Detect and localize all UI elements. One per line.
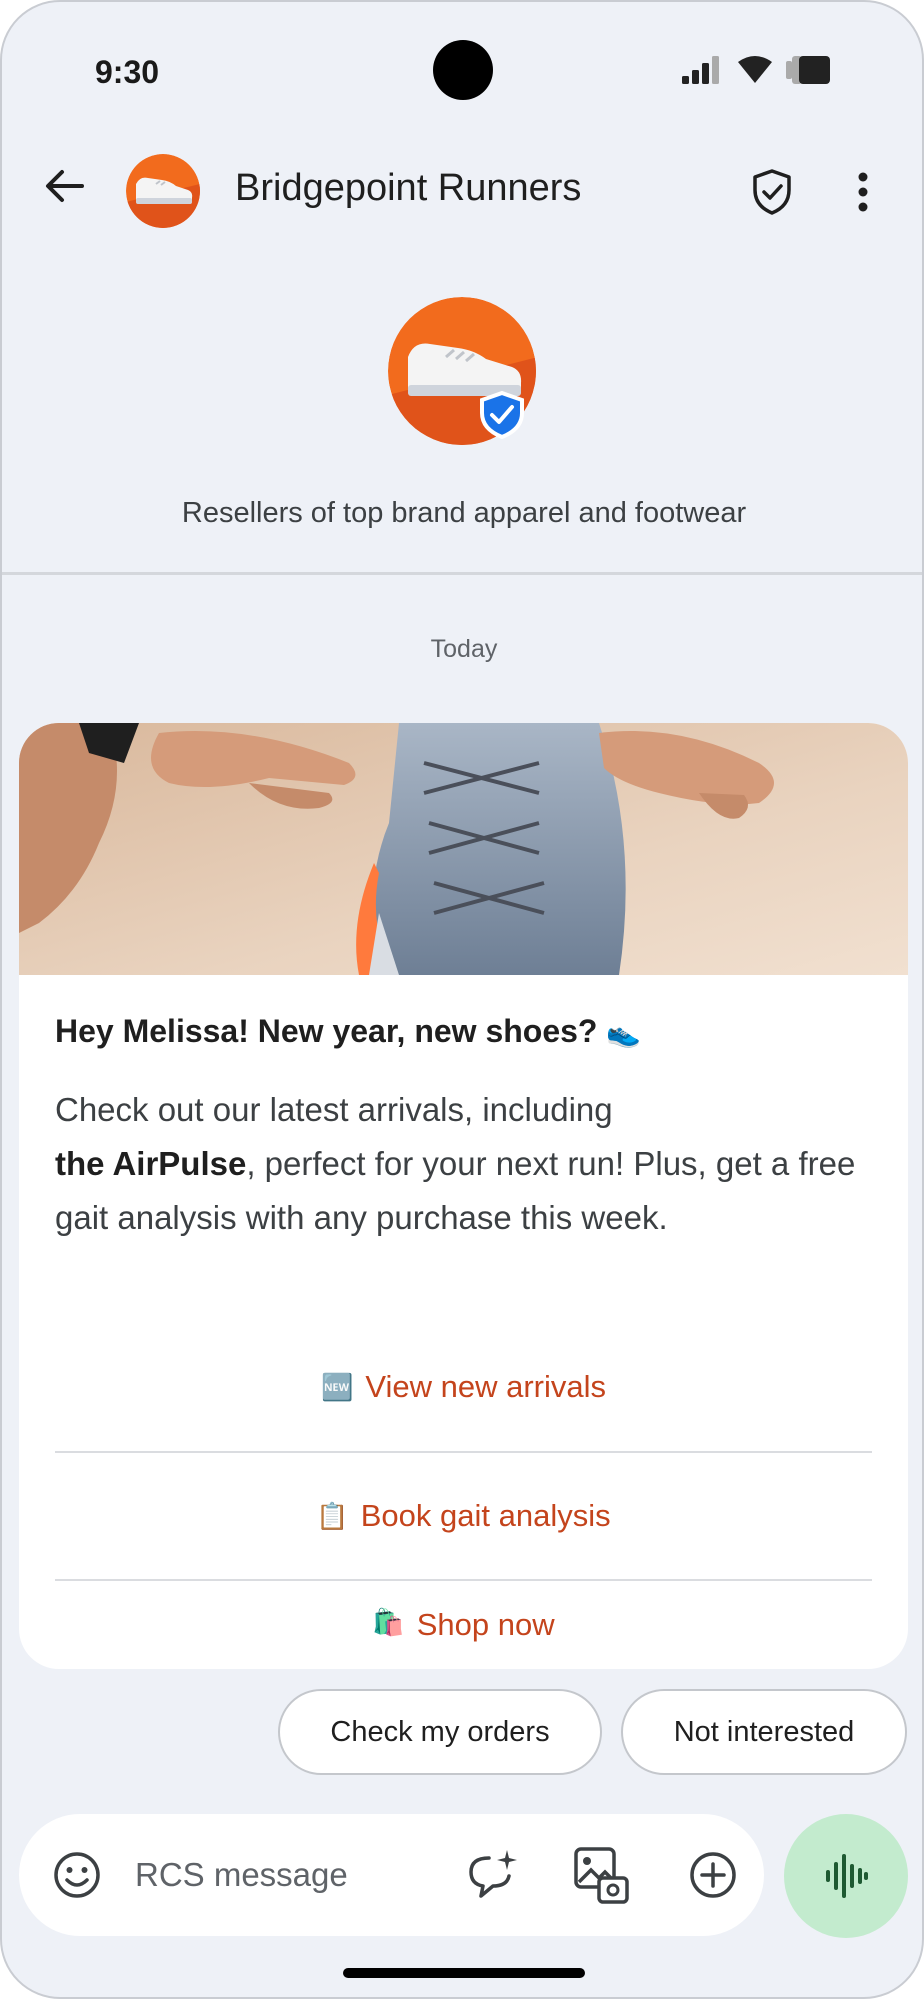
shield-check-icon [753, 169, 791, 215]
brand-avatar[interactable] [126, 154, 200, 228]
card-title: Hey Melissa! New year, new shoes? 👟 [55, 1013, 641, 1050]
verified-info-button[interactable] [744, 164, 800, 220]
more-vert-icon [858, 172, 868, 212]
audio-waveform-icon [826, 1854, 868, 1898]
message-input[interactable] [135, 1844, 435, 1906]
shopping-bags-icon: 🛍️ [372, 1607, 405, 1637]
brand-description: Resellers of top brand apparel and footw… [181, 497, 747, 529]
shoe-logo-icon [388, 297, 536, 445]
wifi-icon [738, 56, 772, 83]
action-label: Shop now [416, 1607, 555, 1642]
more-options-button[interactable] [842, 164, 884, 220]
shop-now-button[interactable]: 🛍️ Shop now [55, 1579, 872, 1669]
card-title-text: Hey Melissa! New year, new shoes? [55, 1013, 598, 1049]
conversation-title[interactable]: Bridgepoint Runners [235, 167, 581, 210]
suggestion-check-my-orders[interactable]: Check my orders [278, 1689, 602, 1775]
sneaker-icon: 👟 [606, 1017, 642, 1048]
arrow-back-icon [46, 170, 84, 202]
card-description: Check out our latest arrivals, including… [55, 1083, 875, 1245]
voice-message-button[interactable] [784, 1814, 908, 1938]
status-icons [682, 56, 830, 84]
phone-screen: 9:30 Bridgepoint Runners Resellers of to… [0, 0, 924, 1999]
action-label: Book gait analysis [360, 1498, 611, 1533]
card-body-line1: Check out our latest arrivals, including [55, 1091, 613, 1128]
status-time: 9:30 [95, 54, 160, 90]
rich-card: Hey Melissa! New year, new shoes? 👟 Chec… [19, 723, 908, 1669]
signal-icon [682, 56, 719, 84]
home-indicator[interactable] [343, 1968, 585, 1978]
new-badge-icon: 🆕 [320, 1371, 354, 1402]
verified-badge-icon [480, 390, 524, 440]
compose-bar [19, 1814, 764, 1936]
view-new-arrivals-button[interactable]: 🆕 View new arrivals [55, 1323, 872, 1451]
magic-compose-icon[interactable] [463, 1846, 521, 1904]
add-circle-icon[interactable] [685, 1847, 741, 1903]
back-button[interactable] [38, 160, 90, 212]
card-body-product: the AirPulse [55, 1145, 247, 1182]
book-gait-analysis-button[interactable]: 📋 Book gait analysis [55, 1451, 872, 1579]
gallery-icon[interactable] [571, 1844, 631, 1906]
action-label: View new arrivals [365, 1369, 606, 1404]
front-camera [433, 40, 493, 100]
shoe-logo-icon [126, 154, 200, 228]
clipboard-icon: 📋 [316, 1500, 349, 1531]
emoji-icon[interactable] [49, 1847, 105, 1903]
battery-icon [786, 56, 830, 84]
date-separator: Today [430, 635, 498, 663]
suggestion-not-interested[interactable]: Not interested [621, 1689, 907, 1775]
card-image[interactable] [19, 723, 908, 975]
brand-profile-avatar[interactable] [388, 297, 538, 447]
header-divider [2, 572, 922, 575]
